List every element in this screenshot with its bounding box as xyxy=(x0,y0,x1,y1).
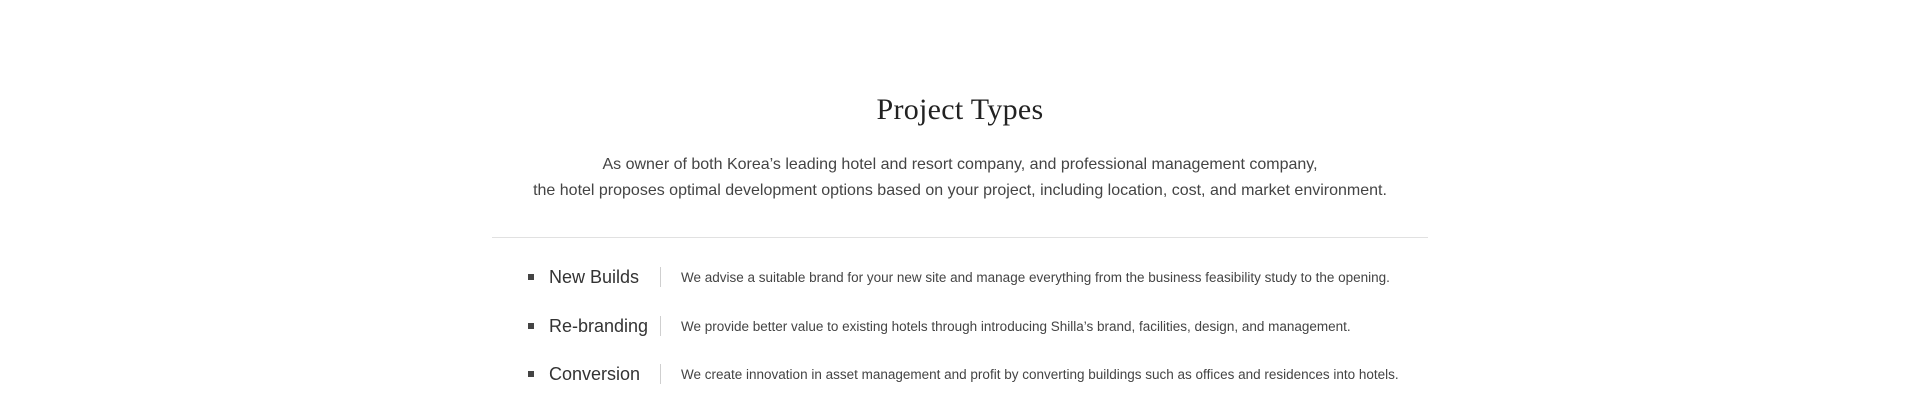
square-bullet-icon xyxy=(528,371,534,377)
project-type-description: We create innovation in asset management… xyxy=(681,367,1399,382)
project-types-section: Project Types As owner of both Korea’s l… xyxy=(0,0,1920,413)
project-type-list: New Builds We advise a suitable brand fo… xyxy=(0,0,1920,413)
project-type-conversion: Conversion We create innovation in asset… xyxy=(528,359,1428,389)
project-type-description: We advise a suitable brand for your new … xyxy=(681,270,1390,285)
square-bullet-icon xyxy=(528,274,534,280)
project-type-name: New Builds xyxy=(549,267,640,287)
project-type-description: We provide better value to existing hote… xyxy=(681,319,1351,334)
project-type-re-branding: Re-branding We provide better value to e… xyxy=(528,311,1428,341)
project-type-name: Re-branding xyxy=(549,316,649,336)
vertical-separator xyxy=(660,267,661,287)
project-type-new-builds: New Builds We advise a suitable brand fo… xyxy=(528,262,1428,292)
vertical-separator xyxy=(660,364,661,384)
square-bullet-icon xyxy=(528,323,534,329)
project-type-name: Conversion xyxy=(549,364,641,384)
vertical-separator xyxy=(660,316,661,336)
